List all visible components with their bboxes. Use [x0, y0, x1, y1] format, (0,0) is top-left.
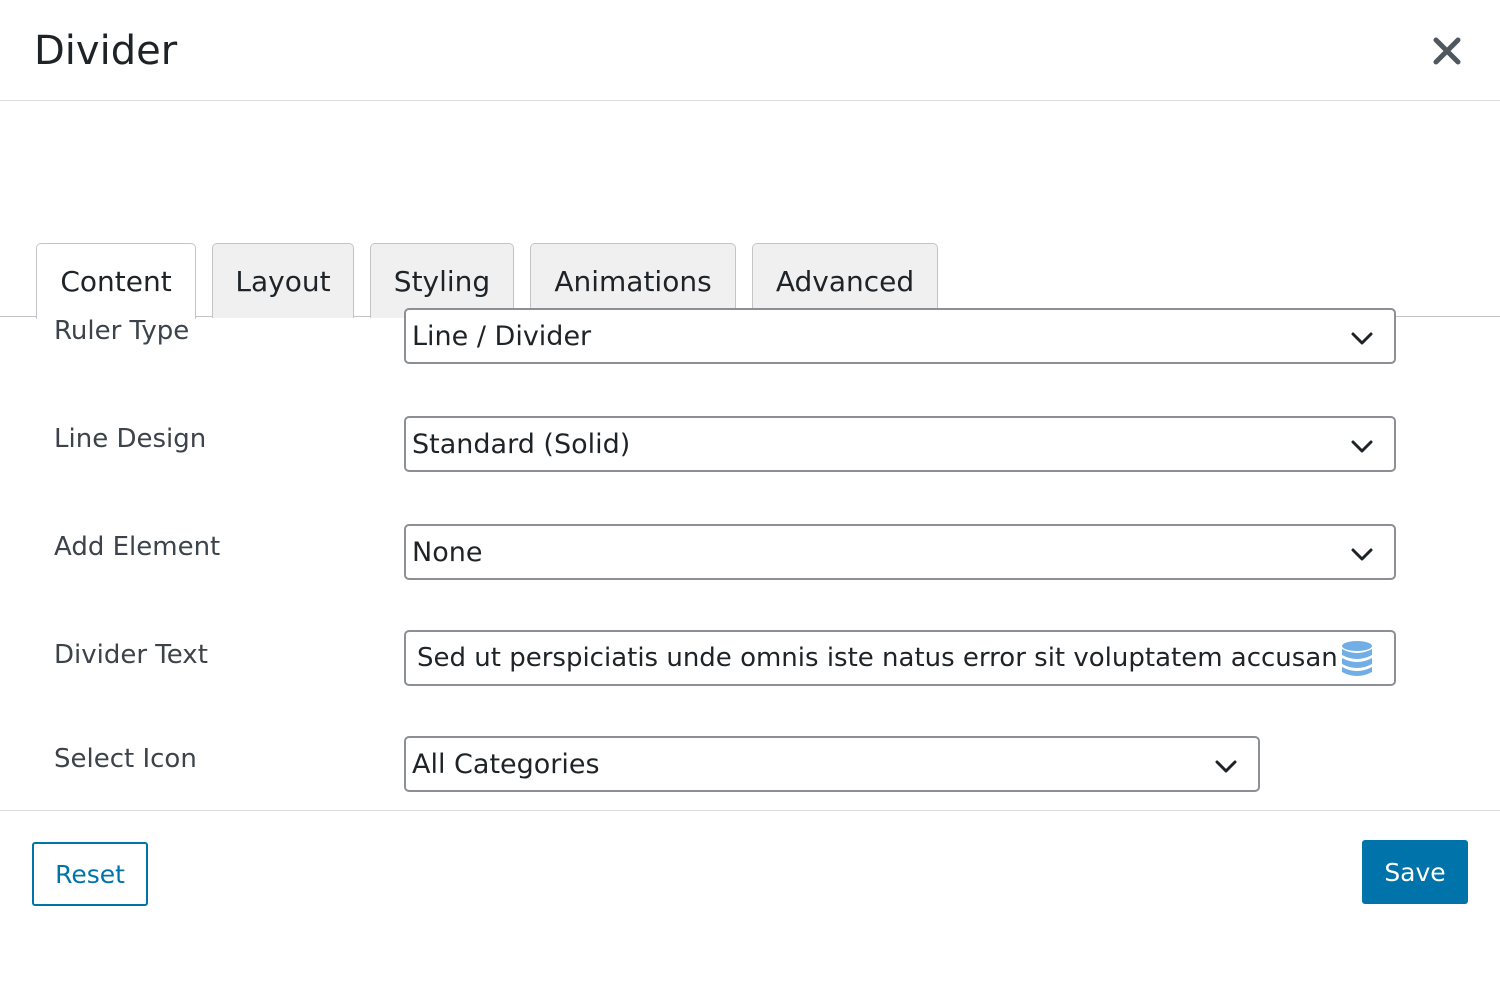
- divider-dialog: Divider Content Layout Styling Animation…: [0, 0, 1500, 1000]
- tab-layout[interactable]: Layout: [212, 243, 354, 318]
- close-button[interactable]: [1430, 34, 1464, 68]
- tab-label: Layout: [235, 264, 331, 298]
- tab-animations[interactable]: Animations: [530, 243, 736, 318]
- chevron-down-icon: [1351, 332, 1373, 345]
- line-design-select[interactable]: Standard (Solid): [404, 416, 1396, 472]
- dialog-footer: Reset Save: [0, 810, 1500, 1000]
- ruler-type-select[interactable]: Line / Divider: [404, 308, 1396, 364]
- tab-label: Styling: [393, 264, 491, 298]
- add-element-value: None: [412, 537, 483, 568]
- dialog-header: Divider: [0, 0, 1500, 101]
- ruler-type-value: Line / Divider: [412, 321, 592, 352]
- divider-text-label: Divider Text: [54, 640, 208, 670]
- dialog-title: Divider: [34, 28, 178, 74]
- tab-styling[interactable]: Styling: [370, 243, 514, 318]
- tab-label: Animations: [554, 264, 712, 298]
- select-icon-label: Select Icon: [54, 744, 197, 774]
- database-icon: [1342, 641, 1372, 676]
- line-design-label: Line Design: [54, 424, 207, 454]
- close-icon: [1433, 37, 1461, 65]
- tab-label: Advanced: [775, 264, 915, 298]
- select-icon-select[interactable]: All Categories: [404, 736, 1260, 792]
- divider-text-value: Sed ut perspiciatis unde omnis iste natu…: [417, 643, 1337, 673]
- save-button[interactable]: Save: [1362, 840, 1468, 904]
- select-icon-value: All Categories: [412, 749, 600, 780]
- chevron-down-icon: [1215, 760, 1237, 773]
- divider-text-input[interactable]: Sed ut perspiciatis unde omnis iste natu…: [404, 630, 1396, 686]
- tab-advanced[interactable]: Advanced: [752, 243, 938, 318]
- tab-content[interactable]: Content: [36, 243, 196, 319]
- reset-button[interactable]: Reset: [32, 842, 148, 906]
- chevron-down-icon: [1351, 440, 1373, 453]
- add-element-label: Add Element: [54, 532, 221, 562]
- dynamic-data-button[interactable]: [1340, 640, 1374, 678]
- line-design-value: Standard (Solid): [412, 429, 631, 460]
- chevron-down-icon: [1351, 548, 1373, 561]
- tab-bar: Content Layout Styling Animations Advanc…: [0, 101, 1500, 319]
- ruler-type-label: Ruler Type: [54, 316, 190, 346]
- add-element-select[interactable]: None: [404, 524, 1396, 580]
- tab-label: Content: [60, 265, 172, 298]
